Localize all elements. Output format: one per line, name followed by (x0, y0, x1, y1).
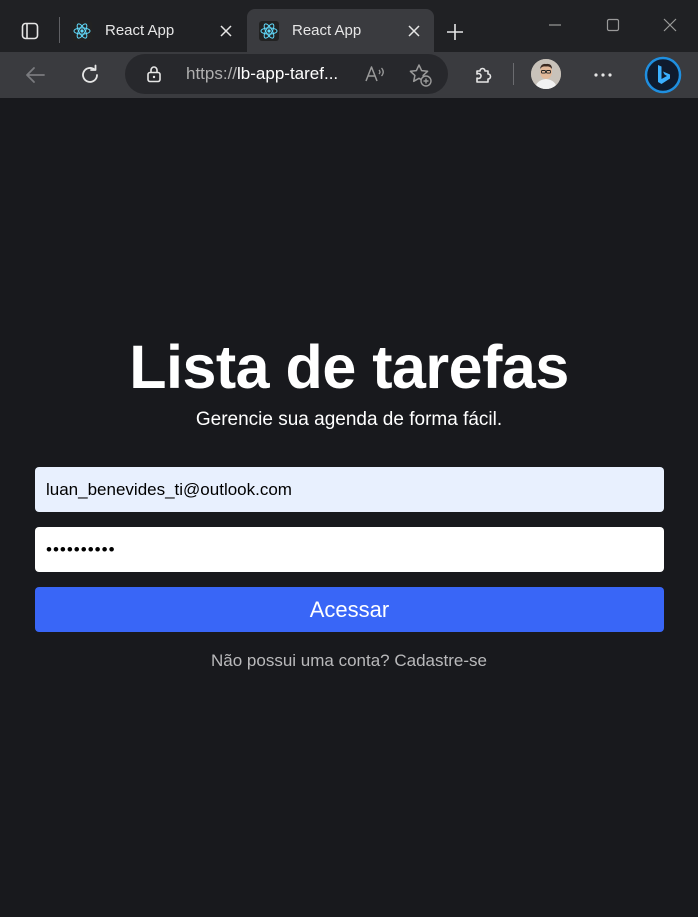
browser-tab-strip: React App React App (0, 0, 698, 52)
refresh-button[interactable] (74, 59, 106, 91)
page-title: Lista de tarefas (129, 333, 569, 401)
back-button[interactable] (19, 59, 51, 91)
tab-title: React App (292, 22, 362, 39)
tab-react-app-2[interactable]: React App (247, 9, 434, 52)
extensions-button[interactable] (467, 59, 499, 91)
lock-icon[interactable] (144, 64, 164, 84)
url-host: lb-app-taref... (237, 64, 339, 83)
close-icon (663, 18, 677, 32)
tab-react-app-1[interactable]: React App (60, 9, 246, 52)
minimize-icon (549, 24, 561, 26)
plus-icon (447, 24, 463, 40)
signup-link[interactable]: Cadastre-se (394, 651, 487, 670)
react-logo-icon (72, 20, 92, 41)
tab-title: React App (105, 22, 175, 39)
tab-actions-icon[interactable] (10, 11, 50, 51)
refresh-icon (82, 64, 98, 83)
close-window-button[interactable] (656, 13, 684, 37)
react-logo-icon (259, 20, 279, 41)
password-input[interactable] (35, 527, 664, 572)
maximize-icon (606, 18, 620, 32)
copilot-button[interactable] (643, 55, 683, 95)
email-input[interactable] (35, 467, 664, 512)
more-menu-button[interactable] (587, 59, 619, 91)
signup-prompt: Não possui uma conta? Cadastre-se (0, 651, 698, 671)
profile-avatar[interactable] (531, 59, 561, 89)
login-page: Lista de tarefas Gerencie sua agenda de … (0, 98, 698, 917)
puzzle-icon (476, 67, 492, 83)
read-aloud-icon[interactable] (363, 63, 387, 85)
maximize-button[interactable] (599, 13, 627, 37)
back-arrow-icon (26, 67, 45, 83)
close-icon[interactable] (218, 23, 234, 39)
signup-prompt-text: Não possui uma conta? (211, 651, 390, 670)
address-bar[interactable]: https://lb-app-taref... (125, 54, 448, 94)
add-favorite-icon[interactable] (407, 62, 433, 88)
minimize-button[interactable] (541, 13, 569, 37)
login-button[interactable]: Acessar (35, 587, 664, 632)
close-icon[interactable] (406, 23, 422, 39)
page-subtitle: Gerencie sua agenda de forma fácil. (195, 409, 503, 430)
more-dots-icon (594, 73, 612, 77)
address-url[interactable]: https://lb-app-taref... (186, 64, 338, 84)
bing-copilot-icon (644, 56, 682, 94)
toolbar-divider (513, 63, 514, 85)
url-scheme: https:// (186, 64, 238, 83)
new-tab-button[interactable] (441, 18, 469, 46)
